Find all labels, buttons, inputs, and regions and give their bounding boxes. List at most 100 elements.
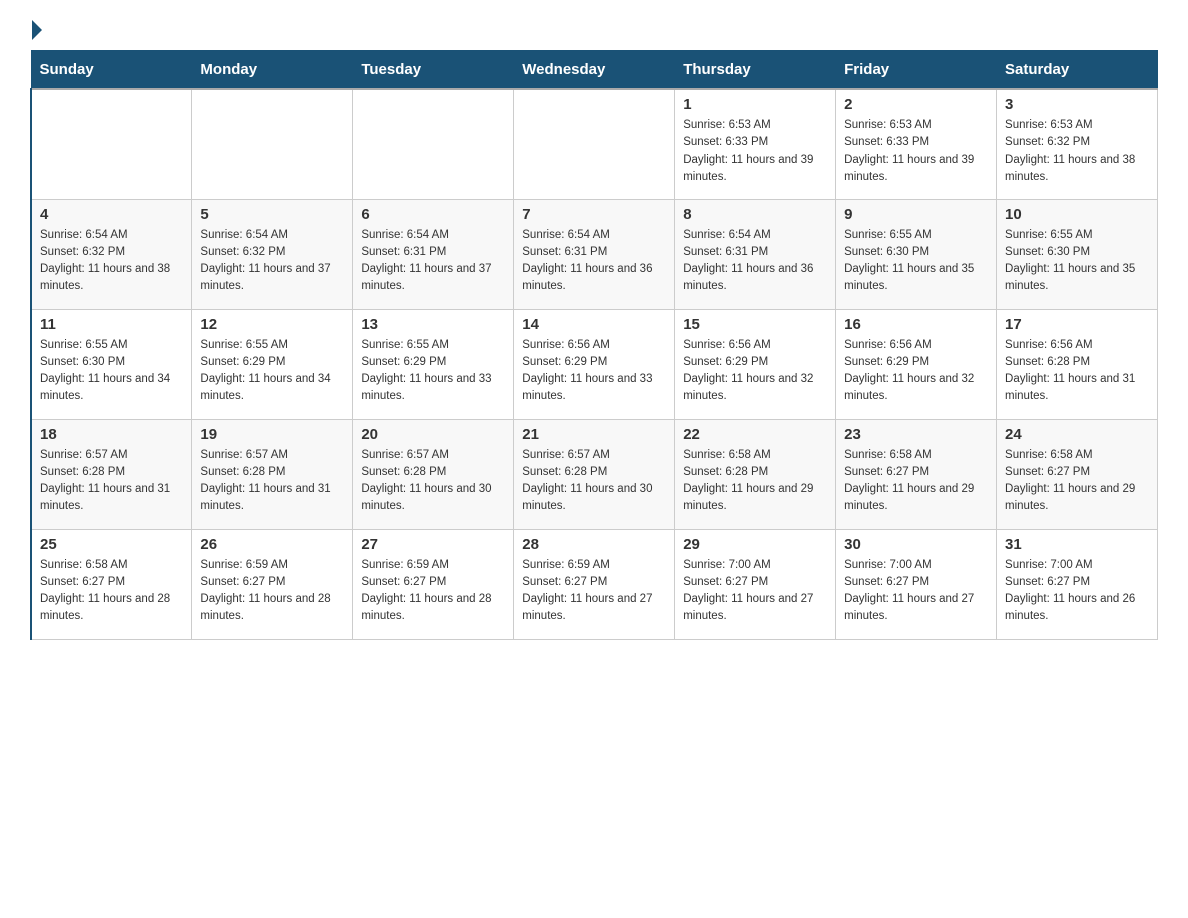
day-info: Sunrise: 6:55 AMSunset: 6:29 PMDaylight:… (200, 337, 344, 406)
day-number: 7 (522, 206, 666, 223)
day-number: 13 (361, 316, 505, 333)
day-number: 23 (844, 426, 988, 443)
day-info: Sunrise: 6:58 AMSunset: 6:27 PMDaylight:… (40, 557, 183, 626)
day-info: Sunrise: 6:56 AMSunset: 6:28 PMDaylight:… (1005, 337, 1149, 406)
day-cell: 3 Sunrise: 6:53 AMSunset: 6:32 PMDaylight… (997, 89, 1158, 199)
day-info: Sunrise: 6:53 AMSunset: 6:33 PMDaylight:… (844, 117, 988, 186)
day-info: Sunrise: 6:53 AMSunset: 6:32 PMDaylight:… (1005, 117, 1149, 186)
day-number: 18 (40, 426, 183, 443)
day-cell: 19 Sunrise: 6:57 AMSunset: 6:28 PMDayligh… (192, 419, 353, 529)
day-cell: 7 Sunrise: 6:54 AMSunset: 6:31 PMDaylight… (514, 199, 675, 309)
day-cell (31, 89, 192, 199)
day-cell (514, 89, 675, 199)
day-number: 22 (683, 426, 827, 443)
day-number: 21 (522, 426, 666, 443)
day-cell: 2 Sunrise: 6:53 AMSunset: 6:33 PMDaylight… (836, 89, 997, 199)
day-number: 1 (683, 96, 827, 113)
day-info: Sunrise: 6:54 AMSunset: 6:32 PMDaylight:… (40, 227, 183, 296)
day-cell: 17 Sunrise: 6:56 AMSunset: 6:28 PMDayligh… (997, 309, 1158, 419)
day-info: Sunrise: 6:54 AMSunset: 6:31 PMDaylight:… (361, 227, 505, 296)
day-info: Sunrise: 7:00 AMSunset: 6:27 PMDaylight:… (844, 557, 988, 626)
day-number: 9 (844, 206, 988, 223)
day-info: Sunrise: 6:58 AMSunset: 6:28 PMDaylight:… (683, 447, 827, 516)
day-number: 17 (1005, 316, 1149, 333)
day-cell: 9Sunrise: 6:55 AMSunset: 6:30 PMDaylight… (836, 199, 997, 309)
day-info: Sunrise: 6:54 AMSunset: 6:31 PMDaylight:… (522, 227, 666, 296)
day-number: 20 (361, 426, 505, 443)
day-cell: 18 Sunrise: 6:57 AMSunset: 6:28 PMDayligh… (31, 419, 192, 529)
day-info: Sunrise: 6:56 AMSunset: 6:29 PMDaylight:… (844, 337, 988, 406)
day-cell (353, 89, 514, 199)
header-row: SundayMondayTuesdayWednesdayThursdayFrid… (31, 51, 1158, 90)
day-number: 24 (1005, 426, 1149, 443)
day-info: Sunrise: 6:59 AMSunset: 6:27 PMDaylight:… (200, 557, 344, 626)
day-number: 25 (40, 536, 183, 553)
day-info: Sunrise: 6:56 AMSunset: 6:29 PMDaylight:… (522, 337, 666, 406)
day-info: Sunrise: 6:55 AMSunset: 6:30 PMDaylight:… (40, 337, 183, 406)
day-number: 11 (40, 316, 183, 333)
day-cell: 16 Sunrise: 6:56 AMSunset: 6:29 PMDayligh… (836, 309, 997, 419)
day-info: Sunrise: 6:57 AMSunset: 6:28 PMDaylight:… (200, 447, 344, 516)
week-row-5: 25 Sunrise: 6:58 AMSunset: 6:27 PMDayligh… (31, 529, 1158, 639)
day-info: Sunrise: 7:00 AMSunset: 6:27 PMDaylight:… (683, 557, 827, 626)
day-cell: 20Sunrise: 6:57 AMSunset: 6:28 PMDayligh… (353, 419, 514, 529)
header-cell-monday: Monday (192, 51, 353, 90)
week-row-2: 4 Sunrise: 6:54 AMSunset: 6:32 PMDaylight… (31, 199, 1158, 309)
day-cell: 29 Sunrise: 7:00 AMSunset: 6:27 PMDayligh… (675, 529, 836, 639)
day-info: Sunrise: 7:00 AMSunset: 6:27 PMDaylight:… (1005, 557, 1149, 626)
header-cell-wednesday: Wednesday (514, 51, 675, 90)
day-number: 19 (200, 426, 344, 443)
day-number: 29 (683, 536, 827, 553)
header-cell-friday: Friday (836, 51, 997, 90)
day-info: Sunrise: 6:57 AMSunset: 6:28 PMDaylight:… (40, 447, 183, 516)
day-number: 16 (844, 316, 988, 333)
header-cell-sunday: Sunday (31, 51, 192, 90)
day-cell: 23Sunrise: 6:58 AMSunset: 6:27 PMDayligh… (836, 419, 997, 529)
day-cell: 12 Sunrise: 6:55 AMSunset: 6:29 PMDayligh… (192, 309, 353, 419)
week-row-4: 18 Sunrise: 6:57 AMSunset: 6:28 PMDayligh… (31, 419, 1158, 529)
day-number: 5 (200, 206, 344, 223)
day-info: Sunrise: 6:57 AMSunset: 6:28 PMDaylight:… (522, 447, 666, 516)
header-cell-tuesday: Tuesday (353, 51, 514, 90)
day-cell: 10Sunrise: 6:55 AMSunset: 6:30 PMDayligh… (997, 199, 1158, 309)
day-cell: 21 Sunrise: 6:57 AMSunset: 6:28 PMDayligh… (514, 419, 675, 529)
day-info: Sunrise: 6:54 AMSunset: 6:31 PMDaylight:… (683, 227, 827, 296)
day-number: 26 (200, 536, 344, 553)
day-cell: 26 Sunrise: 6:59 AMSunset: 6:27 PMDayligh… (192, 529, 353, 639)
week-row-1: 1 Sunrise: 6:53 AMSunset: 6:33 PMDaylight… (31, 89, 1158, 199)
day-info: Sunrise: 6:56 AMSunset: 6:29 PMDaylight:… (683, 337, 827, 406)
calendar-body: 1 Sunrise: 6:53 AMSunset: 6:33 PMDaylight… (31, 89, 1158, 639)
day-number: 2 (844, 96, 988, 113)
day-number: 15 (683, 316, 827, 333)
day-info: Sunrise: 6:58 AMSunset: 6:27 PMDaylight:… (1005, 447, 1149, 516)
day-cell: 11 Sunrise: 6:55 AMSunset: 6:30 PMDayligh… (31, 309, 192, 419)
day-info: Sunrise: 6:54 AMSunset: 6:32 PMDaylight:… (200, 227, 344, 296)
day-cell: 30 Sunrise: 7:00 AMSunset: 6:27 PMDayligh… (836, 529, 997, 639)
day-number: 14 (522, 316, 666, 333)
day-info: Sunrise: 6:59 AMSunset: 6:27 PMDaylight:… (522, 557, 666, 626)
day-cell: 4 Sunrise: 6:54 AMSunset: 6:32 PMDaylight… (31, 199, 192, 309)
day-number: 30 (844, 536, 988, 553)
day-number: 31 (1005, 536, 1149, 553)
day-info: Sunrise: 6:53 AMSunset: 6:33 PMDaylight:… (683, 117, 827, 186)
day-number: 6 (361, 206, 505, 223)
day-info: Sunrise: 6:55 AMSunset: 6:30 PMDaylight:… (1005, 227, 1149, 296)
calendar-table: SundayMondayTuesdayWednesdayThursdayFrid… (30, 50, 1158, 640)
day-number: 3 (1005, 96, 1149, 113)
day-cell: 25 Sunrise: 6:58 AMSunset: 6:27 PMDayligh… (31, 529, 192, 639)
logo-arrow-icon (32, 20, 42, 40)
day-number: 12 (200, 316, 344, 333)
day-cell: 31 Sunrise: 7:00 AMSunset: 6:27 PMDayligh… (997, 529, 1158, 639)
day-cell: 5 Sunrise: 6:54 AMSunset: 6:32 PMDaylight… (192, 199, 353, 309)
day-number: 28 (522, 536, 666, 553)
day-number: 4 (40, 206, 183, 223)
logo (30, 20, 44, 40)
header-cell-saturday: Saturday (997, 51, 1158, 90)
day-cell: 28 Sunrise: 6:59 AMSunset: 6:27 PMDayligh… (514, 529, 675, 639)
header-cell-thursday: Thursday (675, 51, 836, 90)
day-number: 8 (683, 206, 827, 223)
day-cell: 24 Sunrise: 6:58 AMSunset: 6:27 PMDayligh… (997, 419, 1158, 529)
day-cell: 27Sunrise: 6:59 AMSunset: 6:27 PMDayligh… (353, 529, 514, 639)
page-header (30, 20, 1158, 40)
calendar-header: SundayMondayTuesdayWednesdayThursdayFrid… (31, 51, 1158, 90)
